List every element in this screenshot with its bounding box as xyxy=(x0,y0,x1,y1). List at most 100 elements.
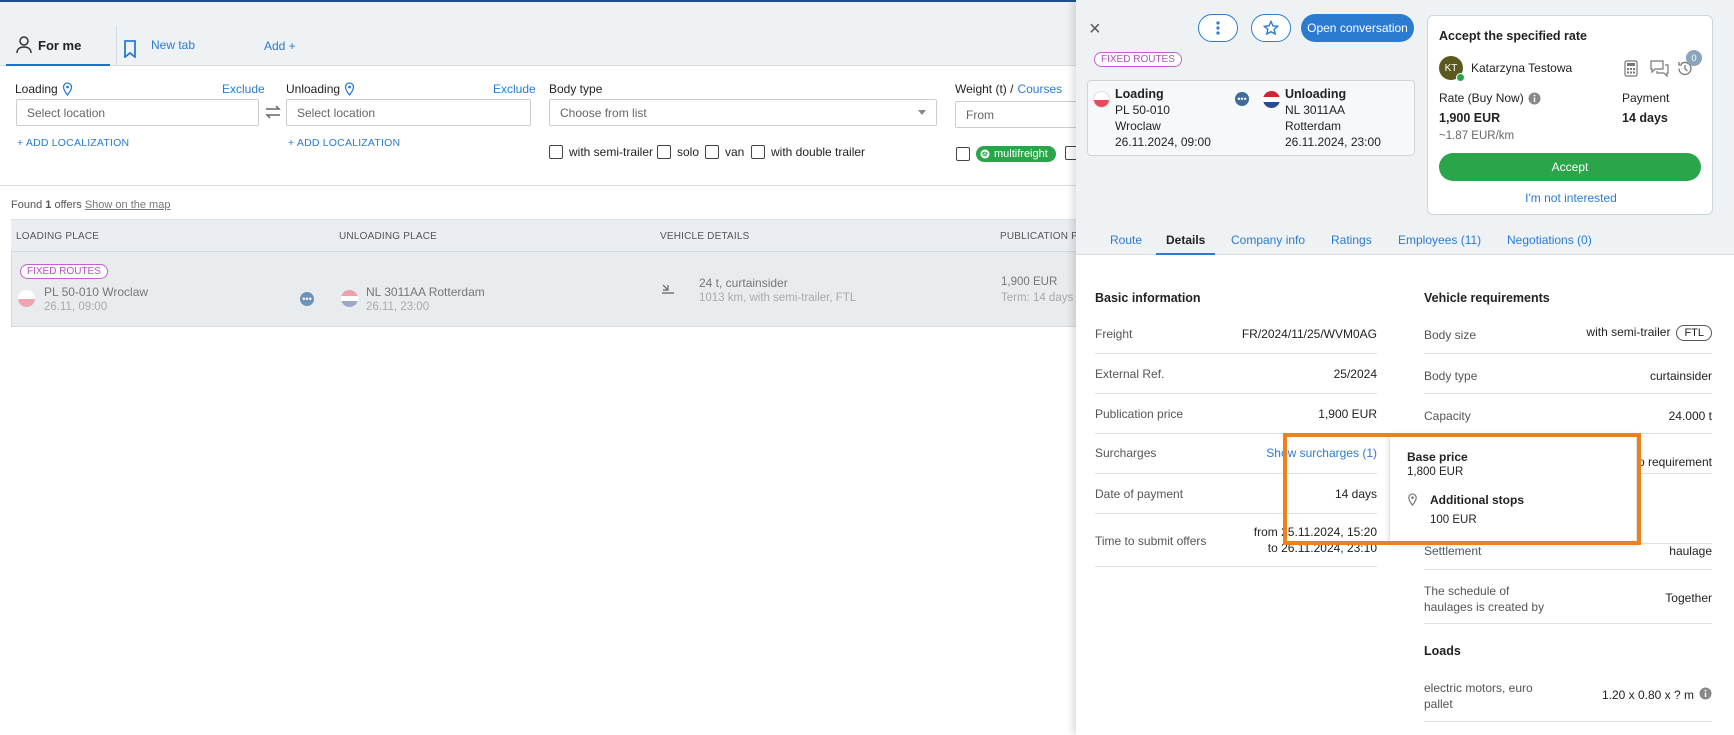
row-unloading-place: NL 3011AA Rotterdam xyxy=(366,285,485,299)
unloading-location-input[interactable]: Select location xyxy=(286,99,531,126)
route-summary-card: Loading PL 50-010 Wroclaw 26.11.2024, 09… xyxy=(1087,80,1415,156)
route-loading: Loading PL 50-010 Wroclaw 26.11.2024, 09… xyxy=(1115,86,1211,150)
tab-new-tab-label: New tab xyxy=(151,38,196,52)
add-tab-button[interactable]: Add + xyxy=(264,26,296,66)
accept-button[interactable]: Accept xyxy=(1439,153,1701,181)
detail-label: External Ref. xyxy=(1095,367,1165,381)
tab-for-me-label: For me xyxy=(38,37,82,53)
detail-label: Publication price xyxy=(1095,407,1184,421)
column-unloading-place[interactable]: UNLOADING PLACE xyxy=(339,231,437,242)
route-loading-city: Wroclaw xyxy=(1115,119,1161,133)
chat-icon[interactable] xyxy=(1650,60,1669,77)
body-type-placeholder: Choose from list xyxy=(560,105,647,120)
layers-icon xyxy=(980,149,990,159)
basic-information-title: Basic information xyxy=(1095,291,1201,305)
van-checkbox[interactable]: van xyxy=(705,145,744,159)
favorite-button[interactable] xyxy=(1251,14,1291,42)
tab-ratings[interactable]: Ratings xyxy=(1331,233,1372,247)
detail-row-schedule: The schedule of haulages is created by T… xyxy=(1424,570,1712,624)
checkbox-box xyxy=(657,145,671,159)
results-count: Found 1 offers Show on the map xyxy=(11,199,170,211)
detail-value: 14 days xyxy=(1334,487,1377,501)
tab-employees[interactable]: Employees (11) xyxy=(1398,233,1481,247)
accept-rate-title: Accept the specified rate xyxy=(1439,29,1587,43)
detail-value: No requirement xyxy=(1629,455,1712,469)
contact-name: Katarzyna Testowa xyxy=(1471,61,1573,75)
multifreight-checkbox[interactable]: multifreight xyxy=(956,146,1056,162)
freight-details-panel: × Open conversation FIXED ROUTES Loading… xyxy=(1076,0,1734,735)
table-row[interactable]: FIXED ROUTES PL 50-010 Wroclaw 26.11, 09… xyxy=(11,251,1100,327)
body-size-value: with semi-trailer xyxy=(1586,325,1671,339)
tab-company-info[interactable]: Company info xyxy=(1231,233,1305,247)
info-icon[interactable] xyxy=(1699,687,1712,700)
swap-icon[interactable] xyxy=(264,104,282,120)
user-icon xyxy=(16,36,32,54)
rate-label-text: Rate (Buy Now) xyxy=(1439,91,1524,105)
detail-value: Together xyxy=(1665,591,1712,605)
detail-label: Date of payment xyxy=(1095,487,1184,501)
detail-row-capacity: Capacity 24.000 t xyxy=(1424,394,1712,434)
detail-row-body-type: Body type curtainsider xyxy=(1424,354,1712,394)
checkbox-box xyxy=(956,147,970,161)
row-unloading-date: 26.11, 23:00 xyxy=(366,301,430,313)
show-on-map-link[interactable]: Show on the map xyxy=(85,199,171,211)
detail-label: Surcharges xyxy=(1095,446,1157,460)
semi-trailer-checkbox[interactable]: with semi-trailer xyxy=(549,145,653,159)
courses-link[interactable]: Courses xyxy=(1017,82,1062,96)
double-trailer-checkbox[interactable]: with double trailer xyxy=(751,145,865,159)
not-interested-link[interactable]: I'm not interested xyxy=(1428,191,1714,205)
avatar: KT xyxy=(1439,56,1465,82)
detail-label: Capacity xyxy=(1424,409,1471,423)
surcharges-tooltip: Base price 1,800 EUR Additional stops 10… xyxy=(1389,434,1637,544)
detail-row-time-to-submit: Time to submit offers from 25.11.2024, 1… xyxy=(1095,514,1377,567)
column-loading-place[interactable]: LOADING PLACE xyxy=(16,231,99,242)
loading-add-localization[interactable]: + ADD LOCALIZATION xyxy=(17,137,129,149)
detail-value: 25/2024 xyxy=(1333,367,1377,381)
detail-value: FR/2024/11/25/WVM0AG xyxy=(1241,327,1377,341)
more-stops-icon[interactable]: ••• xyxy=(300,292,314,306)
tab-details[interactable]: Details xyxy=(1156,233,1216,255)
more-options-button[interactable] xyxy=(1198,14,1238,42)
loading-label-text: Loading xyxy=(15,82,58,96)
detail-value: with semi-trailer FTL xyxy=(1586,325,1712,341)
solo-checkbox[interactable]: solo xyxy=(657,145,699,159)
chevron-down-icon xyxy=(918,110,926,115)
unloading-add-localization[interactable]: + ADD LOCALIZATION xyxy=(288,137,400,149)
fixed-routes-tag: FIXED ROUTES xyxy=(1094,52,1182,67)
info-icon[interactable] xyxy=(1528,92,1541,105)
calculator-icon[interactable] xyxy=(1624,60,1638,77)
detail-row-settlement: Settlement haulage xyxy=(1424,544,1712,570)
fixed-routes-tag: FIXED ROUTES xyxy=(20,264,108,279)
more-stops-icon[interactable]: ••• xyxy=(1235,92,1249,106)
checkbox-box xyxy=(549,145,563,159)
poland-flag-icon xyxy=(18,290,35,307)
detail-label: Body size xyxy=(1424,328,1477,342)
body-type-select[interactable]: Choose from list xyxy=(549,99,937,126)
location-pin-icon xyxy=(344,82,355,96)
detail-row-date-of-payment: Date of payment 14 days xyxy=(1095,474,1377,514)
found-prefix: Found xyxy=(11,199,43,211)
rate-value: 1,900 EUR xyxy=(1439,111,1501,125)
detail-label: Freight xyxy=(1095,327,1133,341)
panel-tabs: Route Details Company info Ratings Emplo… xyxy=(1076,226,1734,255)
close-icon[interactable]: × xyxy=(1089,18,1101,41)
unloading-label-text: Unloading xyxy=(286,82,341,96)
avatar-initials: KT xyxy=(1444,62,1458,74)
row-term: Term: 14 days xyxy=(1001,292,1074,304)
tab-negotiations[interactable]: Negotiations (0) xyxy=(1507,233,1592,247)
loading-location-input[interactable]: Select location xyxy=(16,99,259,126)
tab-route[interactable]: Route xyxy=(1110,233,1142,247)
column-vehicle-details[interactable]: VEHICLE DETAILS xyxy=(660,231,750,242)
show-surcharges-link[interactable]: Show surcharges (1) xyxy=(1266,446,1377,460)
unloading-exclude-link[interactable]: Exclude xyxy=(493,82,536,96)
table-header: LOADING PLACE UNLOADING PLACE VEHICLE DE… xyxy=(11,219,1100,251)
tab-for-me[interactable]: For me xyxy=(6,26,110,66)
online-status-icon xyxy=(1456,73,1465,82)
detail-row-publication-price: Publication price 1,900 EUR xyxy=(1095,394,1377,434)
history-count-badge: 0 xyxy=(1686,50,1702,66)
open-conversation-button[interactable]: Open conversation xyxy=(1301,14,1414,42)
loading-exclude-link[interactable]: Exclude xyxy=(222,82,265,96)
detail-value-2: to 26.11.2024, 23:10 xyxy=(1267,541,1377,555)
tab-new-tab[interactable]: New tab xyxy=(116,26,244,66)
netherlands-flag-icon xyxy=(1263,91,1280,108)
